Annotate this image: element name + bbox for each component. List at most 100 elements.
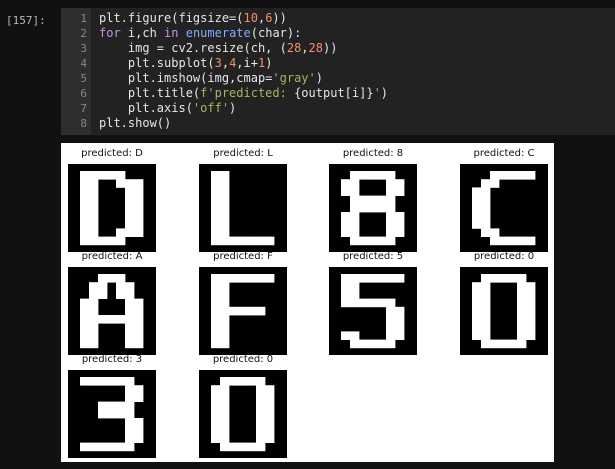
code-text: plt.title(f'predicted: {output[i]}') [99, 86, 389, 100]
glyph-pixel [229, 442, 239, 452]
glyph-pixel [386, 228, 396, 237]
glyph-pixel [359, 298, 369, 308]
glyph-pixel [125, 434, 135, 443]
glyph-pixel [125, 323, 135, 332]
glyph-pixel [265, 393, 275, 402]
line-number: 4 [80, 57, 87, 70]
glyph-pixel [238, 274, 248, 283]
code-line[interactable]: 8 plt.show() [61, 116, 615, 131]
digit-image [460, 164, 548, 252]
code-line[interactable]: 4 plt.subplot(3,4,i+1) [61, 56, 615, 71]
glyph-pixel [350, 179, 360, 188]
glyph-pixel [499, 274, 509, 283]
glyph-pixel [125, 393, 135, 402]
glyph-pixel [359, 203, 369, 213]
glyph-pixel [98, 442, 108, 452]
glyph-pixel [220, 377, 230, 386]
code-line[interactable]: 6 plt.title(f'predicted: {output[i]}') [61, 86, 615, 101]
glyph-pixel [386, 236, 396, 246]
glyph-pixel [526, 298, 536, 308]
glyph-pixel [125, 315, 135, 324]
glyph-pixel [134, 418, 144, 427]
glyph-pixel [220, 385, 230, 394]
glyph-pixel [220, 339, 230, 349]
glyph-pixel [220, 434, 230, 443]
glyph-pixel [116, 282, 126, 291]
code-line[interactable]: 5 plt.imshow(img,cmap='gray') [61, 71, 615, 86]
glyph-pixel [134, 179, 144, 188]
glyph-pixel [134, 385, 144, 394]
glyph-bitmap [211, 274, 275, 349]
glyph-pixel [359, 274, 369, 283]
glyph-pixel [211, 401, 221, 411]
glyph-pixel [125, 331, 135, 340]
glyph-pixel [341, 298, 351, 308]
glyph-pixel [98, 315, 108, 324]
glyph-pixel [89, 282, 99, 291]
subplot-title: predicted: C [473, 148, 535, 159]
glyph-pixel [481, 339, 491, 349]
glyph-pixel [265, 274, 275, 283]
glyph-pixel [116, 377, 126, 386]
glyph-bitmap [211, 377, 275, 452]
glyph-pixel [526, 236, 536, 246]
glyph-pixel [107, 377, 117, 386]
glyph-pixel [395, 306, 405, 316]
glyph-pixel [125, 212, 135, 221]
glyph-pixel [359, 195, 369, 205]
code-line[interactable]: 7 plt.axis('off') [61, 101, 615, 116]
glyph-pixel [89, 236, 99, 246]
glyph-pixel [395, 274, 405, 283]
glyph-pixel [211, 331, 221, 340]
glyph-pixel [499, 339, 509, 349]
glyph-pixel [134, 393, 144, 402]
digit-image [460, 267, 548, 355]
glyph-pixel [472, 187, 482, 196]
glyph-pixel [220, 236, 230, 246]
glyph-pixel [350, 290, 360, 299]
glyph-pixel [89, 195, 99, 205]
glyph-pixel [220, 442, 230, 452]
glyph-pixel [125, 377, 135, 386]
code-line[interactable]: 2 for i,ch in enumerate(char): [61, 26, 615, 41]
glyph-pixel [350, 212, 360, 221]
glyph-pixel [472, 212, 482, 221]
line-number: 3 [80, 42, 87, 55]
glyph-pixel [526, 315, 536, 324]
glyph-pixel [211, 274, 221, 283]
code-editor[interactable]: 1 plt.figure(figsize=(10,6)) 2 for i,ch in … [61, 8, 615, 135]
glyph-pixel [490, 236, 500, 246]
glyph-pixel [481, 274, 491, 283]
glyph-pixel [377, 236, 387, 246]
glyph-pixel [368, 274, 378, 283]
glyph-pixel [481, 298, 491, 308]
glyph-pixel [386, 339, 396, 349]
glyph-pixel [386, 195, 396, 205]
code-text: plt.axis('off') [99, 101, 237, 115]
glyph-pixel [386, 306, 396, 316]
glyph-pixel [517, 290, 527, 299]
glyph-pixel [247, 377, 257, 386]
glyph-pixel [395, 315, 405, 324]
glyph-pixel [386, 212, 396, 221]
glyph-pixel [359, 339, 369, 349]
code-line[interactable]: 3 img = cv2.resize(ch, (28,28)) [61, 41, 615, 56]
glyph-pixel [386, 315, 396, 324]
subplot-title: predicted: 5 [342, 251, 404, 262]
code-line[interactable]: 1 plt.figure(figsize=(10,6)) [61, 11, 615, 26]
glyph-pixel [211, 187, 221, 196]
glyph-pixel [517, 306, 527, 316]
glyph-pixel [211, 282, 221, 291]
subplot-title: predicted: L [213, 148, 273, 159]
glyph-pixel [98, 401, 108, 411]
glyph-bitmap [472, 171, 536, 246]
glyph-bitmap [472, 274, 536, 349]
glyph-pixel [134, 195, 144, 205]
glyph-pixel [116, 228, 126, 237]
glyph-pixel [89, 298, 99, 308]
glyph-pixel [395, 212, 405, 221]
glyph-pixel [211, 203, 221, 213]
subplot-title: predicted: 0 [473, 251, 535, 262]
glyph-pixel [89, 323, 99, 332]
glyph-pixel [89, 187, 99, 196]
